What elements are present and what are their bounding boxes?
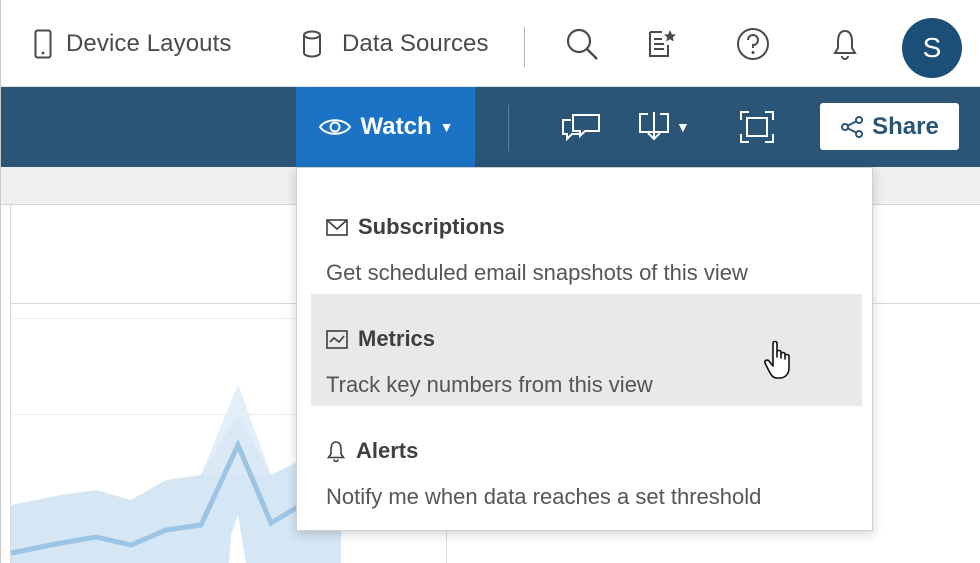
top-bar: Device Layouts Data Sources S [1,0,980,87]
menu-item-alerts[interactable]: Alerts Notify me when data reaches a set… [311,406,862,518]
menu-item-title: Alerts [356,438,419,463]
device-layouts-label: Device Layouts [66,29,232,57]
favorites-list-icon [649,29,676,57]
menu-item-description: Get scheduled email snapshots of this vi… [326,260,748,285]
hand-pointer-icon [764,340,790,379]
help-icon [737,27,769,60]
data-sources-label: Data Sources [342,29,489,57]
device-icon [34,29,52,58]
menu-item-description: Track key numbers from this view [326,372,653,397]
help-button[interactable] [735,0,771,87]
menu-item-heading: Metrics [326,326,435,352]
search-button[interactable] [564,0,600,87]
menu-item-description: Notify me when data reaches a set thresh… [326,484,762,509]
app-window: Device Layouts Data Sources S Watch ▼ ▼ … [0,0,980,563]
data-sources-button[interactable]: Data Sources [302,0,489,87]
download-chevron-down-icon: ▼ [676,119,690,135]
comments-button[interactable] [561,87,601,167]
metrics-icon [326,329,348,349]
comments-icon [562,114,600,142]
share-icon [841,115,864,138]
watch-label: Watch [360,113,432,140]
eye-icon [318,119,351,135]
share-label: Share [872,112,939,140]
topbar-divider [524,27,525,67]
notifications-button[interactable] [832,0,858,87]
download-button[interactable]: ▼ [638,87,690,167]
user-avatar[interactable]: S [902,18,962,78]
watch-button[interactable]: Watch ▼ [296,87,475,167]
chart-confidence-band [11,385,341,563]
chevron-down-icon: ▼ [439,119,454,135]
menu-item-heading: Alerts [326,438,418,464]
view-toolbar: Watch ▼ ▼ Share [1,87,980,167]
fullscreen-icon [740,111,774,143]
menu-item-title: Metrics [358,326,436,351]
share-button[interactable]: Share [820,103,959,150]
device-layouts-button[interactable]: Device Layouts [34,0,232,87]
envelope-icon [326,218,348,236]
bell-icon [833,29,857,60]
menu-item-heading: Subscriptions [326,214,505,240]
download-icon [639,112,669,141]
favorites-button[interactable] [647,0,677,87]
database-icon [303,30,321,57]
search-icon [566,28,598,60]
fullscreen-button[interactable] [739,87,775,167]
bell-icon [326,441,346,462]
menu-item-title: Subscriptions [358,214,505,239]
toolbar-divider [508,105,509,151]
menu-item-subscriptions[interactable]: Subscriptions Get scheduled email snapsh… [311,182,862,294]
